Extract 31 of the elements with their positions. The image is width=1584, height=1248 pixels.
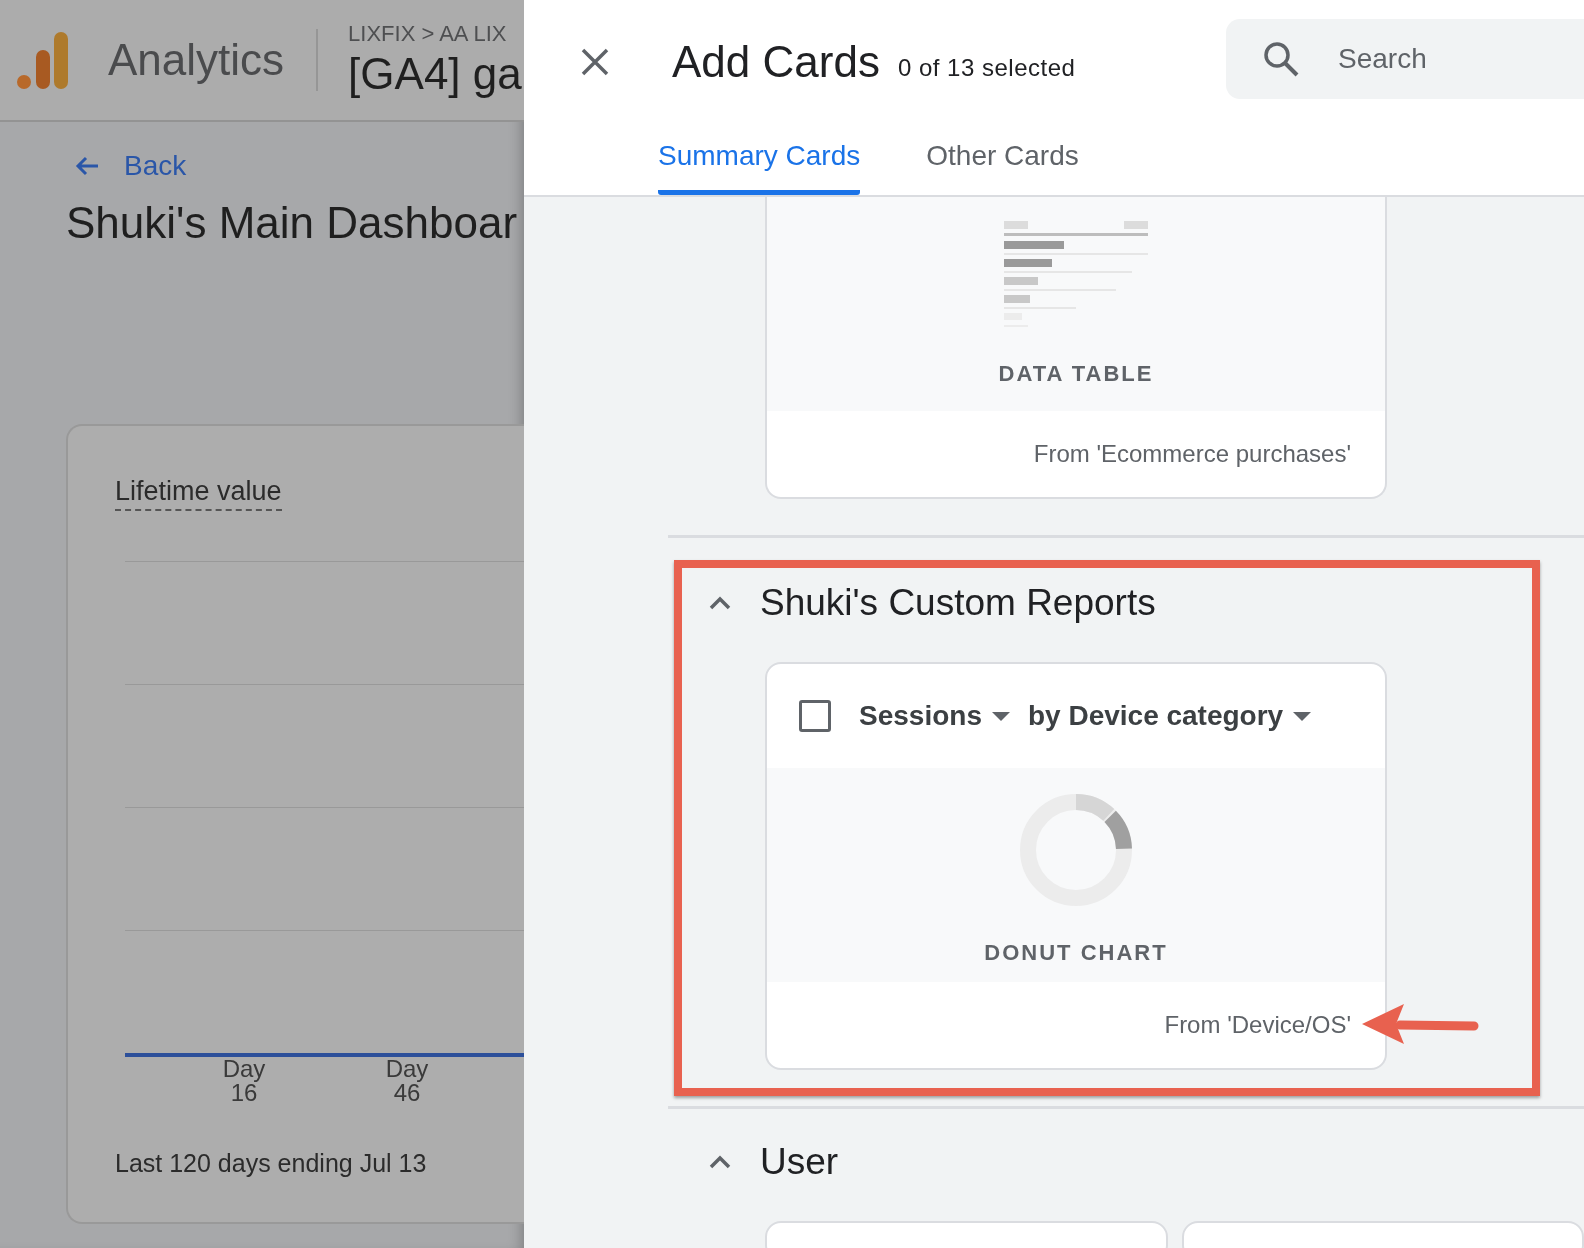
card[interactable]: Sessions by Device category DONUT CHART From 'Device/OS' [765, 662, 1387, 1070]
card[interactable]: DATA TABLE From 'Ecommerce purchases' [765, 197, 1387, 499]
analytics-logo-icon [16, 30, 70, 90]
chart-type-label: DONUT CHART [984, 940, 1168, 966]
app-name: Analytics [108, 35, 285, 85]
source-text: From 'Ecommerce purchases' [1033, 440, 1351, 468]
section-title: User [760, 1141, 839, 1183]
chevron-icon[interactable] [708, 1154, 732, 1170]
date-range-text: Last 120 days ending Jul 13 [115, 1149, 428, 1178]
section-title: Shuki's Custom Reports [760, 582, 1156, 624]
panel-title: Add Cards [672, 37, 880, 87]
tab[interactable]: Other Cards [926, 124, 1079, 195]
chevron-icon[interactable] [708, 595, 732, 611]
metric-dropdown[interactable]: Sessions [859, 700, 1010, 732]
card-title: Lifetime value [115, 476, 282, 511]
search-icon [1262, 40, 1300, 78]
close-icon[interactable] [580, 47, 610, 77]
checkbox[interactable] [799, 700, 831, 732]
back-arrow-icon [74, 155, 100, 177]
caret-icon [991, 711, 1010, 721]
caret-icon [1293, 711, 1312, 721]
chart-type-label: DATA TABLE [998, 361, 1154, 387]
breadcrumb[interactable]: LIXFIX > AA LIX [348, 21, 522, 47]
selection-count: 0 of 13 selected [897, 54, 1076, 82]
axis-label: Day 16 [221, 1057, 266, 1105]
search-input[interactable]: Search [1336, 42, 1540, 76]
property-name[interactable]: [GA4] ga [348, 49, 522, 99]
source-text: From 'Device/OS' [1164, 1011, 1351, 1039]
axis-label: Day 46 [384, 1057, 429, 1105]
dashboard-title: Shuki's Main Dashboar [66, 198, 519, 248]
dimension-dropdown[interactable]: by Device category [1027, 700, 1312, 732]
